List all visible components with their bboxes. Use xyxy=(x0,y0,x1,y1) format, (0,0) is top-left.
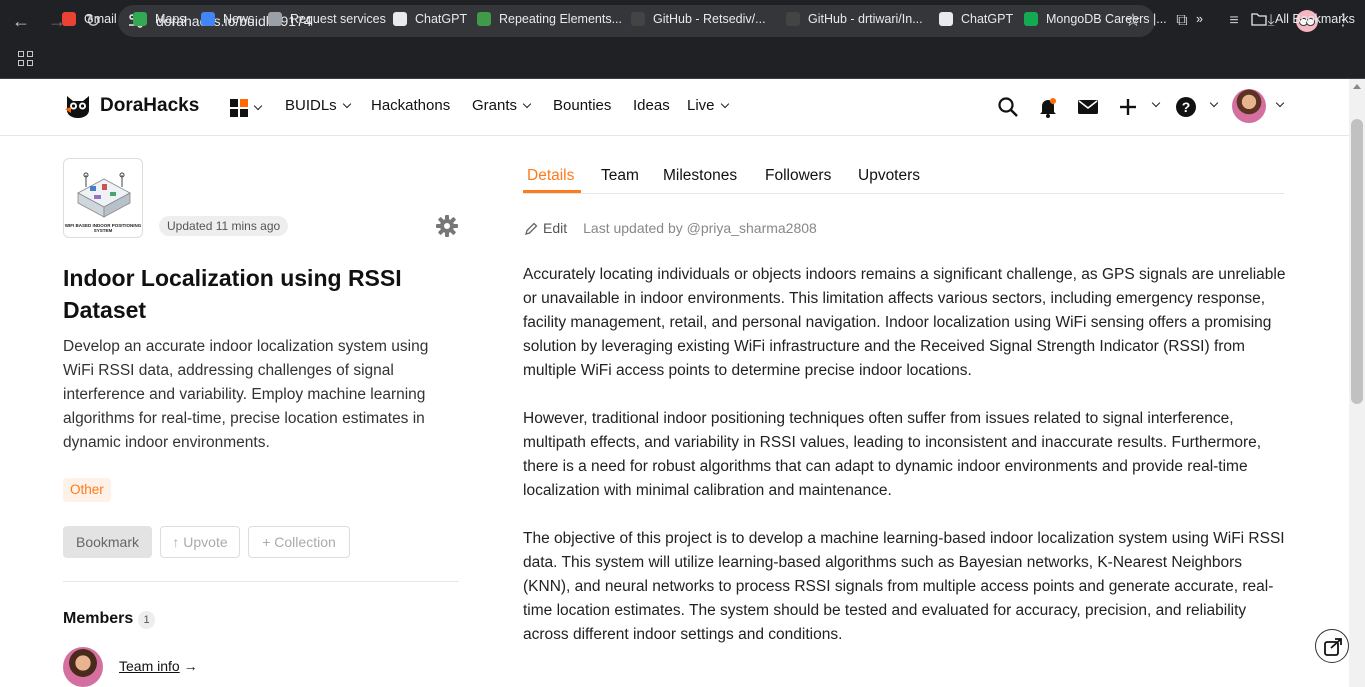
nav-grants[interactable]: Grants xyxy=(472,97,532,114)
user-avatar[interactable] xyxy=(1232,89,1266,123)
active-tab-indicator xyxy=(523,190,581,193)
favicon-icon xyxy=(477,12,491,26)
dora-grid-icon xyxy=(230,99,248,117)
chevron-down-icon[interactable] xyxy=(1209,98,1219,108)
updated-badge: Updated 11 mins ago xyxy=(159,216,289,236)
edit-row: Edit Last updated by @priya_sharma2808 xyxy=(525,220,817,236)
team-info-link[interactable]: Team info → xyxy=(119,658,198,674)
favicon-icon xyxy=(939,12,953,26)
project-description: Develop an accurate indoor localization … xyxy=(63,338,429,451)
details-paragraph: However, traditional indoor positioning … xyxy=(523,410,1262,499)
gear-icon[interactable] xyxy=(435,214,459,238)
bookmark-item[interactable]: Request services xyxy=(268,9,386,29)
members-count-badge: 1 xyxy=(138,611,155,629)
bookmarks-bar xyxy=(0,42,1365,79)
bookmark-item[interactable]: GitHub - Retsediv/... xyxy=(631,9,766,29)
favicon-icon xyxy=(393,12,407,26)
bookmark-label: GitHub - Retsediv/... xyxy=(653,12,766,26)
bookmark-item[interactable]: Maps xyxy=(133,9,186,29)
chevron-down-icon[interactable] xyxy=(1275,98,1285,108)
apps-menu[interactable] xyxy=(230,99,263,117)
bookmark-item[interactable]: ChatGPT xyxy=(393,9,467,29)
create-plus-icon[interactable] xyxy=(1116,95,1140,119)
nav-bounties[interactable]: Bounties xyxy=(553,97,611,114)
favicon-icon xyxy=(786,12,800,26)
bookmark-item[interactable]: MongoDB Careers |... xyxy=(1024,9,1167,29)
scrollbar-thumb[interactable] xyxy=(1351,119,1363,404)
thumbnail-caption: WIFI BASED INDOOR POSITIONING SYSTEM xyxy=(64,223,142,233)
favicon-icon xyxy=(268,12,282,26)
members-heading: Members xyxy=(63,610,134,627)
tab-milestones[interactable]: Milestones xyxy=(663,167,737,185)
divider xyxy=(63,581,459,582)
all-bookmarks[interactable]: All Bookmarks xyxy=(1251,9,1355,29)
bookmark-label: GitHub - drtiwari/In... xyxy=(808,12,923,26)
chevron-down-icon xyxy=(522,99,532,108)
notification-bell-icon[interactable] xyxy=(1036,95,1060,119)
chevron-down-icon xyxy=(342,99,351,108)
add-collection-button[interactable]: + Collection xyxy=(248,526,350,558)
svg-text:?: ? xyxy=(1182,99,1191,115)
bookmark-label: Gmail xyxy=(84,12,117,26)
reading-list-icon[interactable]: ≡ xyxy=(1222,9,1246,33)
scroll-up-arrow-icon[interactable] xyxy=(1353,84,1361,89)
search-icon[interactable] xyxy=(996,95,1020,119)
nav-ideas[interactable]: Ideas xyxy=(633,97,670,114)
last-updated-text: Last updated by @priya_sharma2808 xyxy=(583,220,817,236)
bookmark-label: ChatGPT xyxy=(961,12,1014,26)
share-icon xyxy=(1324,638,1342,656)
detail-tabs: Details Team Milestones Followers Upvote… xyxy=(523,158,1284,194)
favicon-icon xyxy=(133,12,147,26)
chevron-down-icon xyxy=(720,99,729,108)
help-icon[interactable]: ? xyxy=(1174,95,1198,119)
bookmark-item[interactable]: News xyxy=(201,9,254,29)
bookmark-label: News xyxy=(223,12,255,26)
tab-details[interactable]: Details xyxy=(527,167,574,185)
back-icon[interactable]: ← xyxy=(10,10,32,32)
tab-team[interactable]: Team xyxy=(601,167,639,185)
share-float-button[interactable] xyxy=(1315,629,1349,663)
project-thumbnail: WIFI BASED INDOOR POSITIONING SYSTEM xyxy=(63,158,143,238)
bookmark-item[interactable]: Repeating Elements... xyxy=(477,9,622,29)
favicon-icon xyxy=(201,12,215,26)
owl-logo-icon xyxy=(65,96,89,118)
chevron-down-icon[interactable] xyxy=(1151,98,1161,108)
project-title: Indoor Localization using RSSI Dataset xyxy=(63,265,402,323)
bookmark-label: Request services xyxy=(290,12,386,26)
favicon-icon xyxy=(631,12,645,26)
extensions-icon[interactable]: ⧉ xyxy=(1170,9,1194,33)
details-paragraph: The objective of this project is to deve… xyxy=(523,530,1285,643)
arrow-right-icon: → xyxy=(183,658,198,674)
bookmarks-overflow-icon[interactable]: » xyxy=(1196,9,1203,29)
tab-followers[interactable]: Followers xyxy=(765,167,831,185)
dorahacks-logo[interactable]: DoraHacks xyxy=(64,92,199,120)
bookmark-label: ChatGPT xyxy=(415,12,468,26)
site-header: DoraHacks BUIDLs Hackathons Grants Bount… xyxy=(0,79,1349,136)
bookmark-item[interactable]: GitHub - drtiwari/In... xyxy=(786,9,923,29)
edit-link[interactable]: Edit xyxy=(543,220,567,236)
bookmark-item[interactable]: Gmail xyxy=(62,9,117,29)
nav-hackathons[interactable]: Hackathons xyxy=(371,97,450,114)
chevron-down-icon xyxy=(253,101,263,111)
bookmark-item[interactable]: ChatGPT xyxy=(939,9,1013,29)
member-avatar[interactable] xyxy=(63,647,103,687)
nav-live[interactable]: Live xyxy=(687,97,729,114)
tab-upvoters[interactable]: Upvoters xyxy=(858,167,920,185)
favicon-icon xyxy=(1024,12,1038,26)
bookmark-label: Maps xyxy=(155,12,186,26)
details-paragraph: Accurately locating individuals or objec… xyxy=(523,266,1286,379)
bookmark-label: MongoDB Careers |... xyxy=(1046,12,1167,26)
favicon-icon xyxy=(62,12,76,26)
mail-icon[interactable] xyxy=(1076,95,1100,119)
category-tag[interactable]: Other xyxy=(63,478,111,502)
bookmark-label: Repeating Elements... xyxy=(499,12,622,26)
bookmark-button[interactable]: Bookmark xyxy=(63,526,152,558)
apps-icon[interactable] xyxy=(18,51,33,66)
folder-icon xyxy=(1251,13,1267,26)
upvote-button[interactable]: ↑ Upvote xyxy=(160,526,240,558)
pencil-icon xyxy=(525,222,538,235)
nav-buidls[interactable]: BUIDLs xyxy=(285,97,351,114)
